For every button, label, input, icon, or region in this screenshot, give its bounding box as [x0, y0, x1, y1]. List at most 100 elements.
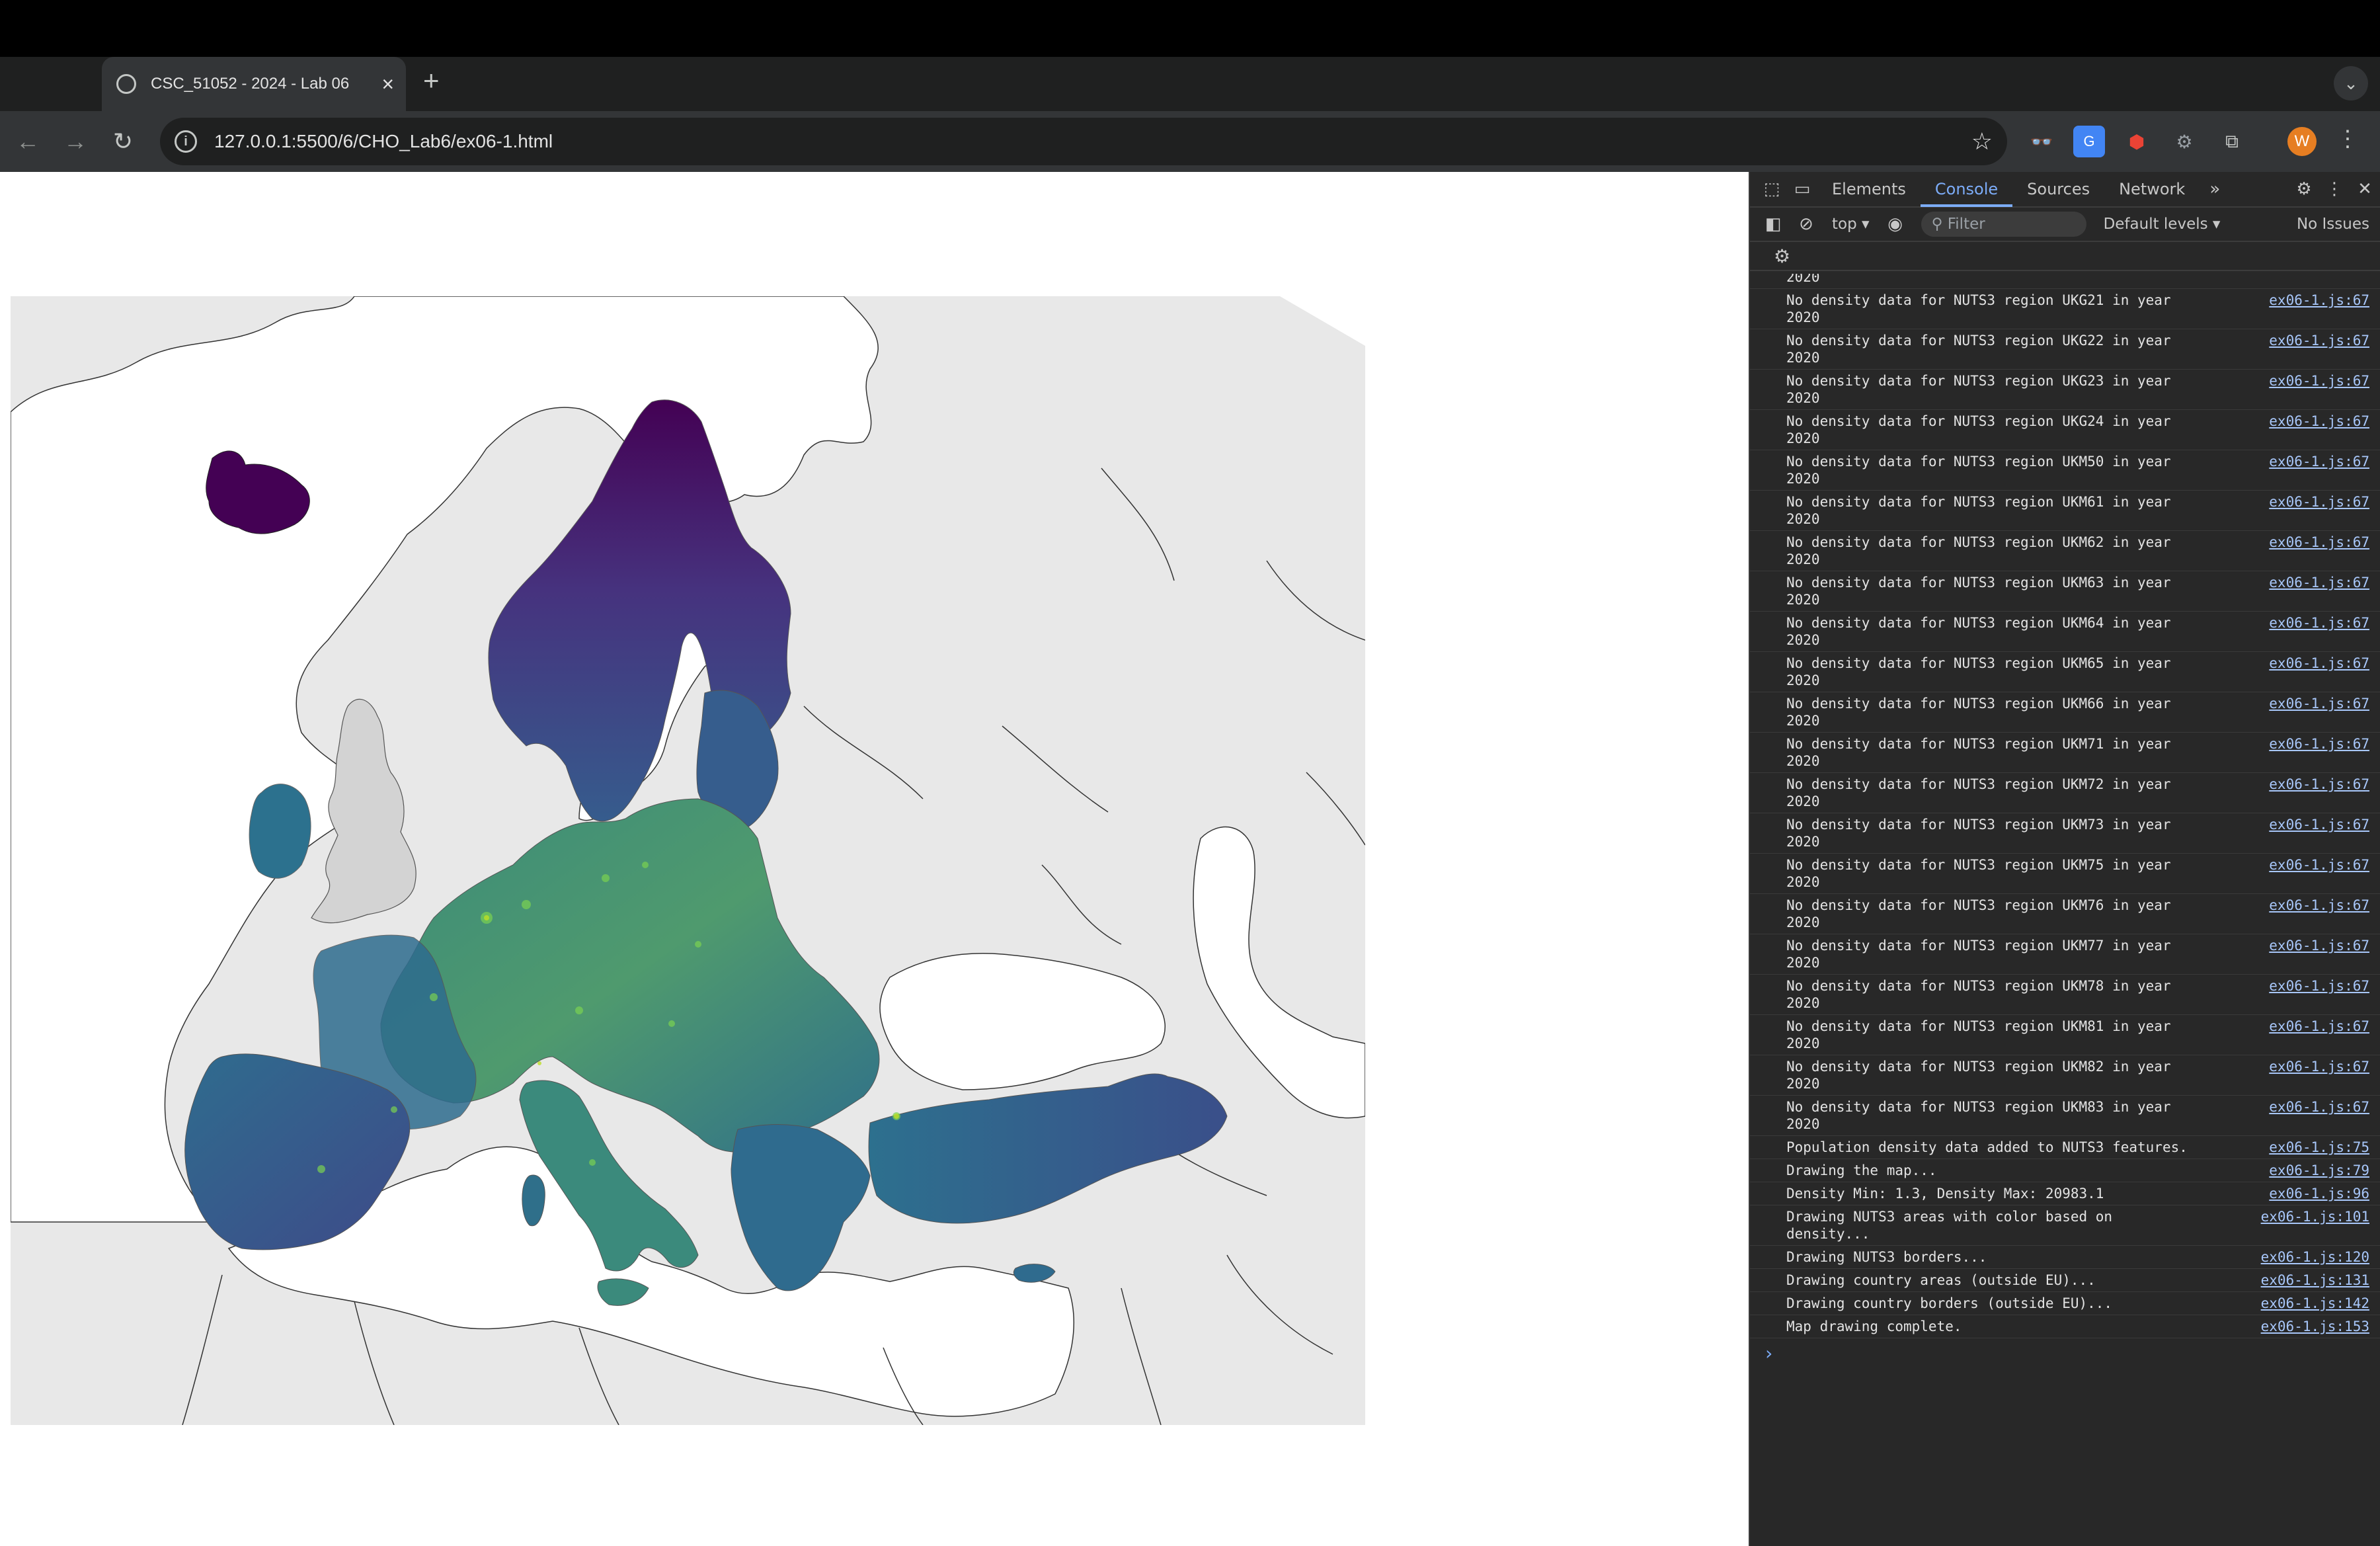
source-link[interactable]: ex06-1.js:120 — [2261, 1248, 2369, 1266]
more-tabs-icon[interactable]: » — [2200, 179, 2230, 199]
console-settings-icon[interactable]: ⚙ — [1750, 242, 2380, 271]
tab-strip: CSC_51052 - 2024 - Lab 06 × + ⌄ — [0, 57, 2380, 111]
console-message: No density data for NUTS3 region UKM77 i… — [1750, 934, 2380, 975]
url-text[interactable]: 127.0.0.1:5500/6/CHO_Lab6/ex06-1.html — [214, 131, 1971, 152]
console-message-text: No density data for NUTS3 region UKM75 i… — [1786, 857, 2171, 890]
console-message: No density data for NUTS3 region UKM83 i… — [1750, 1096, 2380, 1136]
source-link[interactable]: ex06-1.js:131 — [2261, 1272, 2369, 1289]
issues-counter[interactable]: No Issues — [2297, 216, 2380, 233]
device-toolbar-icon[interactable]: ▭ — [1787, 179, 1817, 199]
source-link[interactable]: ex06-1.js:67 — [2269, 413, 2369, 447]
source-link[interactable]: ex06-1.js:67 — [2269, 493, 2369, 528]
reload-icon[interactable]: ↻ — [106, 124, 140, 159]
source-link[interactable]: ex06-1.js:96 — [2269, 1185, 2369, 1202]
source-link[interactable]: ex06-1.js:67 — [2269, 695, 2369, 729]
console-message: No density data for NUTS3 region UKM62 i… — [1750, 531, 2380, 571]
console-message: No density data for NUTS3 region UKM64 i… — [1750, 612, 2380, 652]
console-message: No density data for NUTS3 region UKM72 i… — [1750, 773, 2380, 813]
live-expression-eye-icon[interactable]: ◉ — [1879, 214, 1912, 234]
source-link[interactable]: ex06-1.js:67 — [2269, 897, 2369, 931]
globe-icon — [116, 74, 136, 94]
tab-sources[interactable]: Sources — [2012, 171, 2104, 207]
tab-elements[interactable]: Elements — [1817, 171, 1921, 207]
source-link[interactable]: ex06-1.js:67 — [2269, 655, 2369, 689]
console-message: No density data for NUTS3 region UKM75 i… — [1750, 854, 2380, 894]
source-link[interactable]: ex06-1.js:67 — [2269, 937, 2369, 971]
inspect-element-icon[interactable]: ⬚ — [1757, 179, 1787, 199]
adblock-icon[interactable]: ⬢ — [2121, 126, 2153, 157]
console-message: No density data for NUTS3 region UKM71 i… — [1750, 733, 2380, 773]
source-link[interactable]: ex06-1.js:67 — [2269, 816, 2369, 850]
source-link[interactable]: ex06-1.js:67 — [2269, 735, 2369, 770]
console-message-text: No density data for NUTS3 region UKM72 i… — [1786, 776, 2171, 809]
devtools-panel: ⬚ ▭ Elements Console Sources Network » ⚙… — [1749, 172, 2380, 1546]
console-message-text: No density data for NUTS3 region UKM76 i… — [1786, 897, 2171, 930]
console-message: No density data for NUTS3 region UKG22 i… — [1750, 329, 2380, 370]
source-link[interactable]: ex06-1.js:101 — [2261, 1208, 2369, 1242]
console-prompt[interactable]: › — [1750, 1338, 2380, 1364]
source-link[interactable]: ex06-1.js:67 — [2269, 614, 2369, 649]
console-message-text: No density data for NUTS3 region UKM71 i… — [1786, 736, 2171, 769]
source-link[interactable]: ex06-1.js:67 — [2269, 372, 2369, 407]
browser-menu-icon[interactable]: ⋮ — [2336, 126, 2359, 152]
console-message: No density data for NUTS3 region UKM50 i… — [1750, 450, 2380, 491]
console-message-text: No density data for NUTS3 region UKM81 i… — [1786, 1018, 2171, 1051]
log-levels-dropdown[interactable]: Default levels ▾ — [2104, 216, 2221, 233]
back-icon[interactable]: ← — [11, 124, 45, 159]
source-link[interactable]: ex06-1.js:79 — [2269, 1162, 2369, 1179]
extensions-puzzle-icon[interactable]: ⧉ — [2216, 126, 2248, 157]
source-link[interactable]: ex06-1.js:67 — [2269, 1018, 2369, 1052]
source-link[interactable]: ex06-1.js:67 — [2269, 1058, 2369, 1092]
console-message: Map drawing complete. ex06-1.js:153 — [1750, 1315, 2380, 1338]
source-link[interactable]: ex06-1.js:142 — [2261, 1295, 2369, 1312]
extension-disabled-icon[interactable]: ⚙ — [2168, 126, 2200, 157]
source-link[interactable]: ex06-1.js:67 — [2269, 856, 2369, 891]
console-message: Drawing country areas (outside EU)... ex0… — [1750, 1269, 2380, 1292]
source-link[interactable]: ex06-1.js:67 — [2269, 292, 2369, 326]
close-devtools-icon[interactable]: ✕ — [2350, 179, 2380, 199]
new-tab-button[interactable]: + — [423, 65, 440, 97]
clear-console-icon[interactable]: ⊘ — [1790, 214, 1823, 234]
close-tab-icon[interactable]: × — [381, 72, 394, 97]
source-link[interactable]: ex06-1.js:67 — [2269, 453, 2369, 487]
tab-network[interactable]: Network — [2104, 171, 2200, 207]
google-translate-icon[interactable]: G — [2073, 126, 2105, 157]
console-message-text: No density data for NUTS3 region UKM65 i… — [1786, 655, 2171, 688]
levels-label: Default levels — [2103, 216, 2208, 233]
console-filter-input[interactable]: ⚲ Filter — [1921, 212, 2086, 237]
source-link[interactable]: ex06-1.js:67 — [2269, 776, 2369, 810]
console-message: No density data for NUTS3 region UKM82 i… — [1750, 1055, 2380, 1096]
console-message: Drawing NUTS3 areas with color based on … — [1750, 1205, 2380, 1246]
europe-density-map — [11, 296, 1365, 1425]
site-info-icon[interactable]: i — [175, 130, 197, 153]
bookmark-star-icon[interactable]: ☆ — [1971, 128, 1993, 155]
console-message-text: No density data for NUTS3 region UKM73 i… — [1786, 817, 2171, 850]
source-link[interactable]: ex06-1.js:67 — [2269, 574, 2369, 608]
console-text: 2020 — [1786, 274, 1820, 285]
context-selector[interactable]: top ▾ — [1823, 216, 1879, 233]
console-message: No density data for NUTS3 region UKG24 i… — [1750, 410, 2380, 450]
console-message-text: Drawing NUTS3 borders... — [1786, 1249, 1987, 1265]
tab-search-button[interactable]: ⌄ — [2334, 66, 2368, 101]
console-message-text: Drawing NUTS3 areas with color based on … — [1786, 1209, 2113, 1242]
console-message: Population density data added to NUTS3 f… — [1750, 1136, 2380, 1159]
browser-tab[interactable]: CSC_51052 - 2024 - Lab 06 × — [102, 57, 406, 111]
console-message-text: Drawing country borders (outside EU)... — [1786, 1295, 2113, 1311]
console-message: No density data for NUTS3 region UKM73 i… — [1750, 813, 2380, 854]
source-link[interactable]: ex06-1.js:67 — [2269, 1098, 2369, 1133]
source-link[interactable]: ex06-1.js:75 — [2269, 1139, 2369, 1156]
source-link[interactable]: ex06-1.js:67 — [2269, 977, 2369, 1012]
forward-icon[interactable]: → — [58, 124, 93, 159]
settings-gear-icon[interactable]: ⚙ — [2289, 179, 2319, 199]
source-link[interactable]: ex06-1.js:67 — [2269, 534, 2369, 568]
address-bar[interactable]: i 127.0.0.1:5500/6/CHO_Lab6/ex06-1.html … — [160, 118, 2007, 165]
source-link[interactable]: ex06-1.js:153 — [2261, 1318, 2369, 1335]
console-message: No density data for NUTS3 region UKM66 i… — [1750, 692, 2380, 733]
sidebar-toggle-icon[interactable]: ◧ — [1757, 214, 1790, 234]
source-link[interactable]: ex06-1.js:67 — [2269, 332, 2369, 366]
tab-console[interactable]: Console — [1920, 171, 2013, 207]
profile-avatar[interactable]: W — [2287, 127, 2317, 156]
extension-glasses-icon[interactable]: 👓 — [2026, 126, 2057, 157]
devtools-menu-icon[interactable]: ⋮ — [2319, 179, 2350, 199]
console-message: Drawing NUTS3 borders... ex06-1.js:120 — [1750, 1246, 2380, 1269]
